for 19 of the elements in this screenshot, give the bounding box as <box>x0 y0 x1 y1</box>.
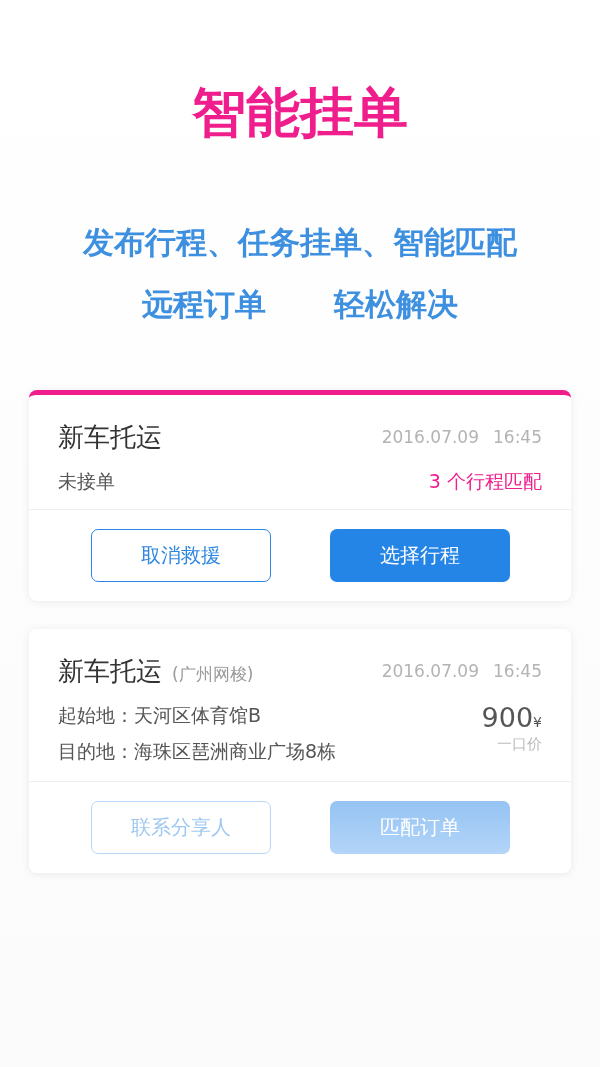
action-button[interactable]: 取消救援 <box>90 529 271 582</box>
order-status: 未接单 <box>58 469 115 494</box>
order-date: 2016.07.09 <box>381 661 479 681</box>
route-text: 目的地：海珠区琶洲商业广场8栋 <box>58 739 337 764</box>
tagline-text: 轻松解决 <box>334 285 458 324</box>
currency-symbol: ¥ <box>533 714 542 730</box>
price-amount: 900 <box>481 701 534 735</box>
order-time: 16:45 <box>493 661 542 681</box>
order-title: 新车托运 <box>58 421 162 454</box>
order-time: 16:45 <box>493 427 542 447</box>
match-count: 3 个行程匹配 <box>428 469 542 494</box>
route-text: 起始地：天河区体育馆B <box>58 703 263 728</box>
order-date: 2016.07.09 <box>381 427 479 447</box>
headline: 智能挂单 <box>191 80 409 146</box>
tagline-text: 远程订单 <box>142 285 266 324</box>
action-button[interactable]: 选择行程 <box>329 529 510 582</box>
order-title: 新车托运 <box>58 655 162 688</box>
tagline-text: 发布行程、任务挂单、智能匹配 <box>83 223 517 262</box>
company-note: (广州网梭) <box>172 663 254 686</box>
